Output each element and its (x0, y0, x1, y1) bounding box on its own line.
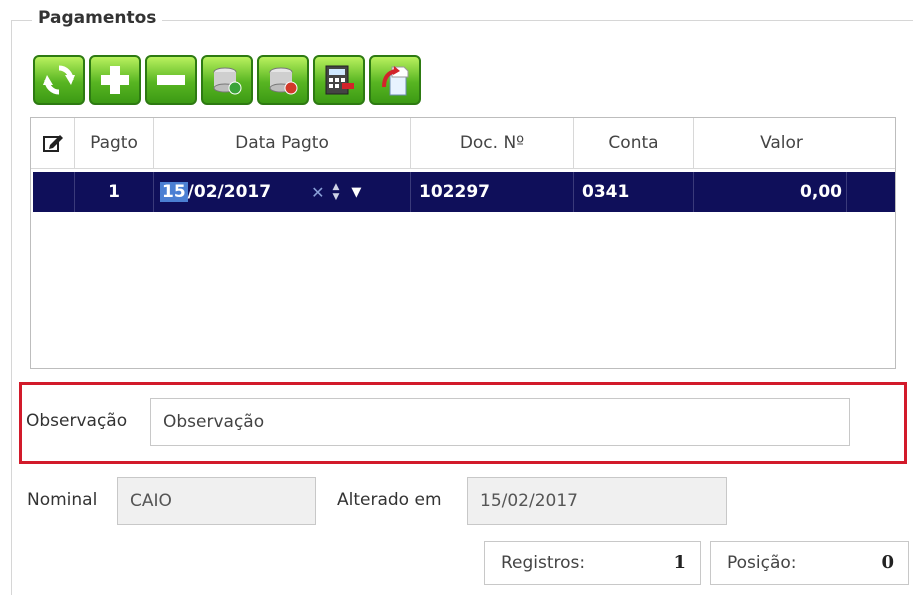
row-indicator (33, 172, 75, 212)
registros-label: Registros: (501, 553, 586, 573)
spin-up-icon[interactable]: ▲ (332, 182, 339, 192)
date-rest: /02/2017 (187, 182, 272, 202)
cell-conta[interactable]: 0341 (574, 172, 694, 212)
column-header-doc[interactable]: Doc. Nº (411, 118, 574, 168)
calculator-button[interactable] (313, 55, 365, 105)
registros-value: 1 (673, 552, 686, 573)
cancel-button[interactable] (257, 55, 309, 105)
spin-down-icon[interactable]: ▼ (332, 192, 339, 202)
clear-date-icon[interactable]: ✕ (311, 183, 324, 202)
database-cancel-icon (269, 67, 298, 95)
alterado-field[interactable]: 15/02/2017 (467, 477, 727, 525)
export-icon (382, 66, 409, 96)
column-header-valor[interactable]: Valor (694, 118, 869, 168)
group-title: Pagamentos (32, 8, 163, 28)
add-button[interactable] (89, 55, 141, 105)
refresh-button[interactable] (33, 55, 85, 105)
group-border-left (11, 20, 12, 595)
cell-data-pagto[interactable]: 15 /02/2017 ✕ ▲ ▼ ▼ (154, 172, 411, 212)
grid-header: Pagto Data Pagto Doc. Nº Conta Valor (31, 118, 895, 169)
registros-panel: Registros: 1 (484, 541, 701, 585)
dropdown-arrow-icon[interactable]: ▼ (351, 185, 361, 200)
column-header-pagto[interactable]: Pagto (75, 118, 154, 168)
row-end-cell (847, 172, 895, 212)
date-day-selection[interactable]: 15 (160, 182, 188, 202)
plus-icon (101, 66, 129, 94)
alterado-label: Alterado em (337, 490, 442, 510)
confirm-button[interactable] (201, 55, 253, 105)
minus-icon (157, 75, 185, 85)
toolbar (33, 55, 421, 105)
database-confirm-icon (213, 67, 242, 95)
refresh-icon (43, 65, 75, 95)
posicao-panel: Posição: 0 (710, 541, 909, 585)
edit-icon (42, 135, 63, 152)
cell-doc[interactable]: 102297 (411, 172, 574, 212)
observacao-input[interactable]: Observação (150, 398, 850, 446)
posicao-value: 0 (881, 552, 894, 573)
export-button[interactable] (369, 55, 421, 105)
cell-pagto[interactable]: 1 (75, 172, 154, 212)
payments-grid: Pagto Data Pagto Doc. Nº Conta Valor 1 1… (30, 117, 896, 369)
table-row[interactable]: 1 15 /02/2017 ✕ ▲ ▼ ▼ 102297 0341 0,00 (33, 172, 895, 212)
date-spinner[interactable]: ▲ ▼ (332, 182, 339, 202)
nominal-field[interactable]: CAIO (117, 477, 316, 525)
observacao-label: Observação (26, 411, 128, 431)
column-header-data-pagto[interactable]: Data Pagto (154, 118, 411, 168)
nominal-label: Nominal (27, 490, 98, 510)
posicao-label: Posição: (727, 553, 797, 573)
calculator-icon (325, 65, 354, 95)
edit-column-header (31, 118, 75, 168)
remove-button[interactable] (145, 55, 197, 105)
cell-valor[interactable]: 0,00 (694, 172, 847, 212)
column-header-conta[interactable]: Conta (574, 118, 694, 168)
